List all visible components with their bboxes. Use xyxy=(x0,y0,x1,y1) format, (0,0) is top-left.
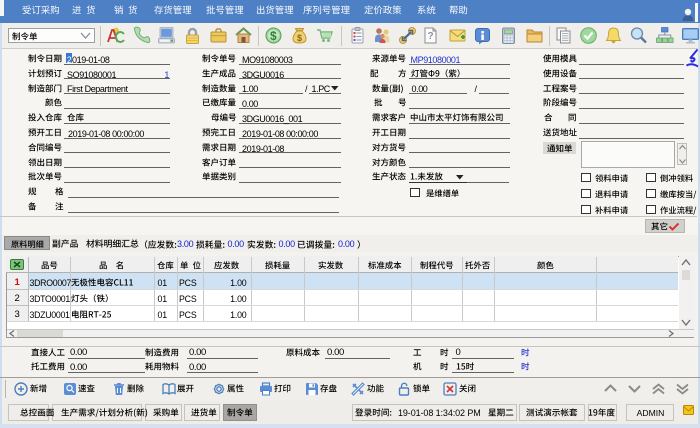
svg-text:$: $ xyxy=(270,29,277,43)
svg-text:$: $ xyxy=(297,33,302,43)
svg-text:?: ? xyxy=(428,31,434,42)
